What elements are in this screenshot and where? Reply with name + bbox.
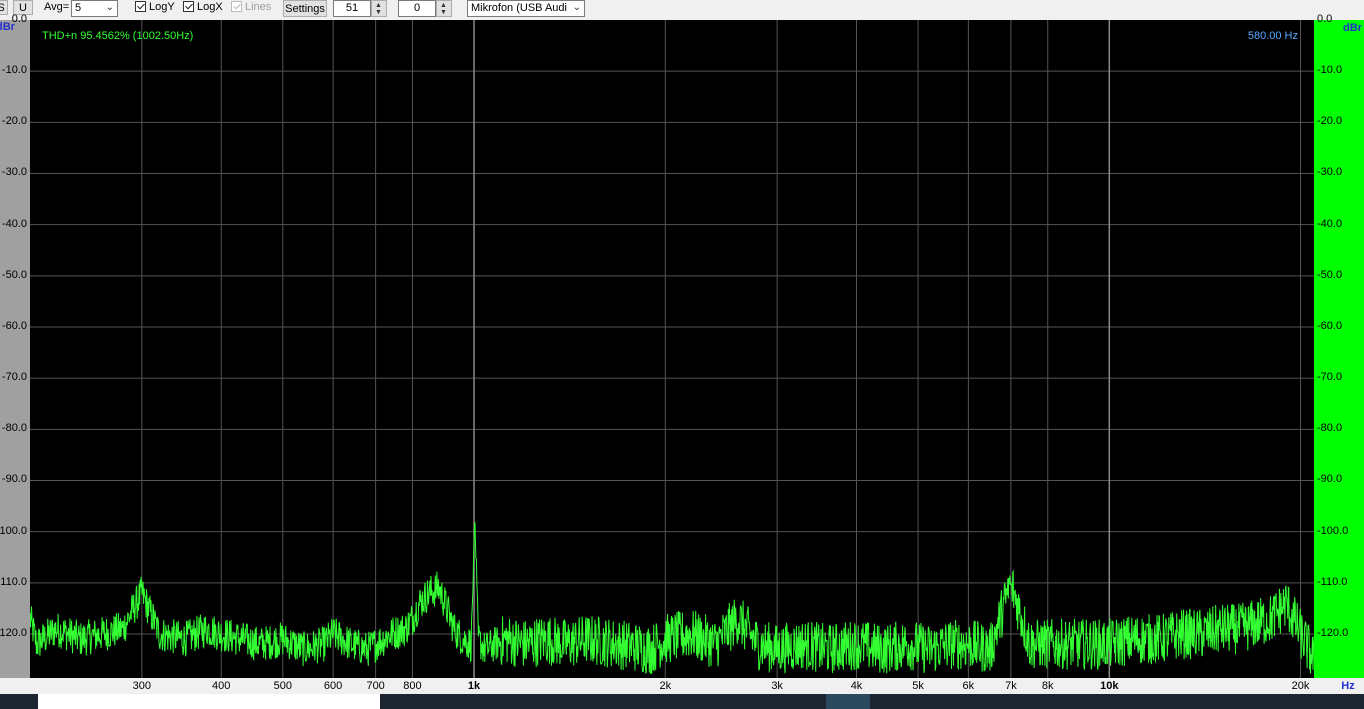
- y-tick-label-right: -100.0: [1317, 524, 1349, 537]
- lines-checkbox[interactable]: [231, 1, 242, 12]
- y-tick-label-right: -110.0: [1317, 575, 1348, 588]
- y-tick-label-right: -70.0: [1317, 371, 1343, 384]
- spin2-input[interactable]: 0: [398, 0, 436, 17]
- chevron-down-icon: ⌄: [105, 2, 114, 13]
- x-tick-label: 400: [212, 680, 231, 692]
- x-tick-label: 500: [273, 680, 292, 692]
- x-tick-label: 800: [403, 680, 422, 692]
- x-tick-label: 20k: [1291, 680, 1310, 692]
- x-tick-label: 5k: [912, 680, 924, 692]
- cursor-frequency-readout: 580.00 Hz: [1248, 30, 1298, 42]
- x-tick-label: 10k: [1100, 680, 1119, 692]
- x-tick-label: 600: [323, 680, 343, 692]
- y-tick-label-left: -80.0: [1, 422, 27, 435]
- spin-down-icon[interactable]: ▼: [375, 9, 382, 16]
- device-value: Mikrofon (USB Audi: [471, 2, 567, 14]
- taskbar-search-box[interactable]: [38, 694, 380, 709]
- x-tick-label: 2k: [659, 680, 672, 692]
- avg-label: Avg=: [44, 1, 70, 13]
- y-tick-label-left: -30.0: [1, 166, 27, 179]
- toolbar: S U Avg= 5 ⌄ LogY LogX Lines Settings 51…: [0, 0, 1364, 20]
- spin1-arrows[interactable]: ▲ ▼: [371, 0, 387, 17]
- spin-up-icon[interactable]: ▲: [375, 2, 382, 9]
- x-tick-label: 1k: [467, 680, 481, 692]
- y-tick-label-right: -20.0: [1317, 115, 1343, 128]
- taskbar-app-icon[interactable]: [826, 694, 870, 709]
- left-unit-label: dBr: [0, 21, 15, 33]
- y-tick-label-right: -60.0: [1317, 319, 1343, 332]
- logx-checkbox[interactable]: [183, 1, 194, 12]
- y-tick-label-left: -90.0: [1, 473, 27, 486]
- y-tick-label-left: -110.0: [0, 575, 27, 588]
- y-tick-label-right: -10.0: [1317, 64, 1343, 77]
- y-tick-label-right: -80.0: [1317, 422, 1343, 435]
- x-tick-label: 4k: [850, 680, 863, 692]
- logx-label: LogX: [197, 1, 223, 13]
- settings-button[interactable]: Settings: [283, 0, 327, 17]
- x-axis: 300 400 500 600 700 800 1k 2k 3k 4k 5k 6k 7k 8k 10k 20k…: [0, 678, 1364, 694]
- spin2-arrows[interactable]: ▲ ▼: [436, 0, 452, 17]
- spectrum-trace: [29, 522, 1315, 675]
- y-tick-label-right: 0.0: [1317, 13, 1333, 25]
- x-tick-label: 8k: [1041, 680, 1054, 692]
- y-tick-label-left: -50.0: [1, 268, 27, 281]
- y-tick-label-right: -40.0: [1317, 217, 1343, 230]
- logy-checkbox[interactable]: [135, 1, 146, 12]
- y-tick-label-left: -100.0: [0, 524, 27, 537]
- spectrum-plot[interactable]: THD+n 95.4562% (1002.50Hz) 580.00 Hz: [29, 20, 1315, 678]
- s-button[interactable]: S: [0, 0, 8, 15]
- spin1-input[interactable]: 51: [333, 0, 371, 17]
- y-tick-label-left: -70.0: [1, 371, 27, 384]
- left-axis: 0.0 -10.0 -20.0 -30.0 -40.0 -50.0 -60.0 -70.0 -8…: [0, 14, 30, 678]
- chevron-down-icon: ⌄: [572, 2, 581, 13]
- y-tick-label-left: -20.0: [1, 115, 27, 128]
- y-tick-label-left: -40.0: [1, 217, 27, 230]
- logy-label: LogY: [149, 1, 175, 13]
- y-tick-label-right: -30.0: [1317, 166, 1343, 179]
- y-tick-label-right: -50.0: [1317, 268, 1343, 281]
- avg-select[interactable]: 5 ⌄: [71, 0, 118, 17]
- y-tick-label-left: -10.0: [1, 64, 27, 77]
- taskbar: [0, 694, 1364, 709]
- spin-up-icon[interactable]: ▲: [440, 2, 447, 9]
- y-tick-label-left: -60.0: [1, 319, 27, 332]
- x-tick-label: 6k: [962, 680, 975, 692]
- right-axis: 0.0 -10.0 -20.0 -30.0 -40.0 -50.0 -60.0 -70.0 -8…: [1314, 14, 1364, 678]
- right-unit-label: dBr: [1343, 22, 1362, 34]
- y-tick-label-right: -90.0: [1317, 473, 1343, 486]
- x-unit-label: Hz: [1341, 680, 1355, 692]
- x-tick-label: 700: [366, 680, 385, 692]
- x-tick-label: 3k: [771, 680, 783, 692]
- thd-readout: THD+n 95.4562% (1002.50Hz): [42, 30, 193, 42]
- avg-value: 5: [75, 2, 82, 14]
- lines-label: Lines: [245, 1, 272, 13]
- y-tick-label-left: -120.0: [0, 626, 27, 639]
- spectrum-chart[interactable]: THD+n 95.4562% (1002.50Hz) 580.00 Hz: [29, 20, 1315, 678]
- x-tick-label: 7k: [1005, 680, 1017, 692]
- device-select[interactable]: Mikrofon (USB Audi ⌄: [467, 0, 585, 17]
- spin-down-icon[interactable]: ▼: [440, 9, 447, 16]
- y-tick-label-right: -120.0: [1317, 626, 1349, 639]
- x-tick-label: 300: [132, 680, 152, 692]
